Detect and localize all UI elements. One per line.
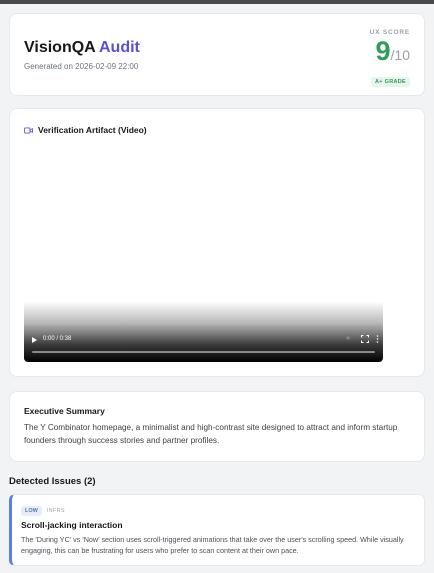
ux-score-value: 9/10 [350, 36, 411, 70]
more-options-icon-glyph [376, 335, 379, 343]
issue-meta: LOW INFRS [21, 506, 65, 516]
ux-score-max: /10 [390, 47, 410, 63]
video-player[interactable]: 0:00 / 0:38 🔊︎ [24, 145, 383, 362]
title-accent: Audit [98, 39, 140, 56]
ux-score-number: 9 [375, 36, 391, 66]
play-icon[interactable] [32, 337, 37, 343]
summary-title: Executive Summary [24, 406, 105, 416]
executive-summary-card: Executive Summary The Y Combinator homep… [9, 391, 425, 462]
video-section-title: Verification Artifact (Video) [38, 125, 147, 135]
severity-badge: LOW [21, 506, 42, 516]
generated-timestamp: Generated on 2026-02-09 22:00 [24, 62, 139, 71]
more-options-icon[interactable] [376, 335, 379, 346]
volume-icon[interactable]: 🔊︎ [346, 335, 350, 343]
title-main: VisionQA [24, 39, 96, 56]
fullscreen-icon[interactable] [361, 335, 369, 346]
ux-score-block: UX SCORE 9/10 A+ GRADE [350, 29, 410, 88]
top-bar [0, 0, 434, 4]
video-time: 0:00 / 0:38 [43, 336, 72, 342]
issue-category: INFRS [46, 508, 65, 514]
page-title: VisionQA Audit [24, 39, 140, 57]
video-camera-icon [24, 127, 33, 133]
report-header-card: VisionQA Audit Generated on 2026-02-09 2… [9, 13, 425, 96]
video-progress-track[interactable] [32, 351, 375, 353]
verification-artifact-card: Verification Artifact (Video) 0:00 / 0:3… [9, 108, 425, 377]
fullscreen-icon-glyph [361, 335, 369, 343]
issue-title: Scroll-jacking interaction [21, 520, 123, 530]
summary-text: The Y Combinator homepage, a minimalist … [24, 423, 398, 445]
ux-score-label: UX SCORE [369, 29, 410, 36]
issue-card: LOW INFRS Scroll-jacking interaction The… [9, 494, 425, 566]
issue-description: The 'During YC' vs 'Now' section uses sc… [21, 535, 404, 555]
video-section-heading: Verification Artifact (Video) [24, 125, 147, 135]
detected-issues-heading: Detected Issues (2) [9, 476, 96, 487]
grade-badge: A+ GRADE [371, 77, 410, 87]
video-controls: 0:00 / 0:38 🔊︎ [24, 326, 383, 362]
